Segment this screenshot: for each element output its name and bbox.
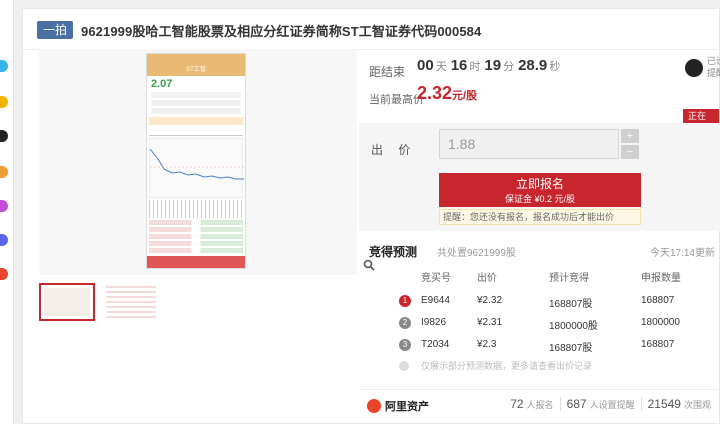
current-bid-label: 当前最高价	[369, 94, 424, 106]
price-stepper: + −	[621, 129, 639, 159]
rank-badge: 2	[399, 317, 411, 329]
bid-price: ¥2.31	[477, 317, 503, 328]
brand-name: 阿里资产	[385, 401, 429, 413]
bid-zone: 出 价 1.88 + − 立即报名 保证金 ¥0.2 元/股 提醒：您还没有报名…	[359, 123, 720, 231]
bidder-id: E9644	[421, 295, 450, 306]
prediction-updated: 今天17:14更新	[649, 248, 715, 259]
table-row: 2 I9826 ¥2.31 1800000股 1800000	[359, 313, 720, 333]
prediction-table-header: 竞买号 出价 预计竞得 申报数量	[359, 265, 720, 284]
countdown-seconds-unit: 秒	[549, 61, 561, 73]
listing-title: 9621999股哈工智能股票及相应分红证券简称ST工智证券代码000584	[81, 23, 482, 39]
ali-logo-icon	[367, 399, 381, 413]
auction-panel: 一拍 9621999股哈工智能股票及相应分红证券简称ST工智证券代码000584…	[22, 8, 720, 424]
view-count: 21549 次围观	[640, 397, 717, 411]
countdown-hours: 16	[450, 57, 468, 74]
reminder-label: 已设提醒	[707, 56, 720, 78]
countdown-minutes: 19	[484, 57, 502, 74]
table-row: 3 T2034 ¥2.3 168807股 168807	[359, 335, 720, 355]
auction-type-tag: 一拍	[37, 21, 74, 39]
prediction-subtitle: 共处置9621999股	[437, 248, 516, 259]
deposit-label: 保证金 ¥0.2 元/股	[504, 194, 576, 204]
listing-header: 一拍 9621999股哈工智能股票及相应分红证券简称ST工智证券代码000584	[37, 21, 481, 39]
bidder-id: T2034	[421, 339, 450, 350]
bid-price: ¥2.32	[477, 295, 503, 306]
phone-stat-row	[151, 108, 241, 114]
header-price: 出价	[477, 273, 497, 284]
header-bidder: 竞买号	[421, 273, 451, 284]
phone-stat-row	[151, 92, 241, 98]
prediction-title: 竞得预测	[369, 245, 418, 259]
header-declared: 申报数量	[641, 273, 681, 284]
countdown-seconds: 28.9	[518, 57, 548, 74]
offer-price-input[interactable]: 1.88	[439, 129, 619, 159]
signup-button[interactable]: 立即报名 保证金 ¥0.2 元/股	[439, 173, 641, 207]
table-row: 1 E9644 ¥2.32 168807股 168807	[359, 291, 720, 311]
phone-line-chart	[149, 138, 244, 198]
countdown-timer: 00 天 16 时 19 分 28.9 秒	[417, 57, 564, 74]
alarm-clock-icon	[685, 59, 703, 77]
reminder-button[interactable]: 已设提醒	[685, 55, 720, 83]
note-dot	[399, 361, 409, 371]
declared-shares: 168807	[641, 339, 675, 350]
countdown-days-unit: 天	[435, 61, 447, 73]
auction-stats: 72 人报名 687 人设置提醒 21549 次围观	[504, 397, 717, 411]
reminder-count: 687 人设置提醒	[559, 397, 641, 411]
signup-label: 立即报名	[515, 177, 564, 191]
declared-shares: 1800000	[641, 317, 680, 328]
phone-order-book	[149, 220, 243, 253]
footer-bar: 阿里资产 72 人报名 687 人设置提醒 21549 次围观	[359, 389, 720, 419]
app-icon[interactable]	[0, 268, 8, 280]
status-badge: 正在进行	[683, 109, 719, 135]
increase-button[interactable]: +	[621, 129, 639, 143]
app-icon[interactable]	[0, 166, 8, 178]
expected-shares: 1800000股	[549, 321, 598, 332]
price-line	[149, 148, 244, 180]
main-image[interactable]: ST工智 2.07	[39, 49, 357, 275]
countdown-label: 距结束	[369, 65, 406, 79]
current-bid-price: 2.32元/股	[417, 83, 477, 104]
app-icon[interactable]	[0, 200, 8, 212]
header-expected: 预计竞得	[549, 273, 589, 284]
app-icon[interactable]	[0, 60, 8, 72]
signup-notice: 提醒：您还没有报名，报名成功后才能出价	[439, 209, 641, 225]
thumbnail-1[interactable]	[39, 283, 95, 321]
prediction-section: 竞得预测 共处置9621999股 今天17:14更新 竞买号 出价 预计竞得 申…	[359, 235, 720, 373]
countdown-minutes-unit: 分	[503, 61, 515, 73]
stock-app-screenshot: ST工智 2.07	[146, 53, 246, 269]
declared-shares: 168807	[641, 295, 675, 306]
phone-action-bar	[147, 256, 245, 268]
phone-price: 2.07	[151, 78, 173, 90]
ali-assets-logo[interactable]: 阿里资产	[367, 398, 429, 414]
thumbnail-image	[44, 288, 90, 316]
expected-shares: 168807股	[549, 299, 593, 310]
phone-tip	[149, 117, 243, 125]
thumbnail-2[interactable]	[103, 283, 159, 321]
countdown-hours-unit: 时	[469, 61, 481, 73]
app-icon[interactable]	[0, 234, 8, 246]
countdown-days: 00	[417, 57, 434, 74]
bidder-id: I9826	[421, 317, 447, 328]
phone-header: ST工智	[147, 54, 245, 76]
phone-tabs	[149, 128, 243, 136]
offer-label: 出 价	[371, 143, 417, 157]
prediction-note[interactable]: 仅展示部分预测数据，更多请查看出价记录	[421, 359, 592, 372]
rank-badge: 3	[399, 339, 411, 351]
decrease-button[interactable]: −	[621, 145, 639, 159]
phone-volume-bars	[149, 200, 243, 218]
expected-shares: 168807股	[549, 343, 593, 354]
app-icon[interactable]	[0, 130, 8, 142]
app-icon[interactable]	[0, 96, 8, 108]
app-strip	[0, 0, 14, 424]
signup-count: 72 人报名	[510, 397, 554, 411]
rank-badge: 1	[399, 295, 411, 307]
current-bid-value: 2.32	[417, 83, 453, 103]
current-bid-unit: 元/股	[452, 90, 478, 102]
phone-stat-row	[151, 100, 241, 106]
thumbnail-image	[106, 286, 156, 318]
phone-stock-name: ST工智	[186, 67, 206, 73]
bid-price: ¥2.3	[477, 339, 497, 350]
